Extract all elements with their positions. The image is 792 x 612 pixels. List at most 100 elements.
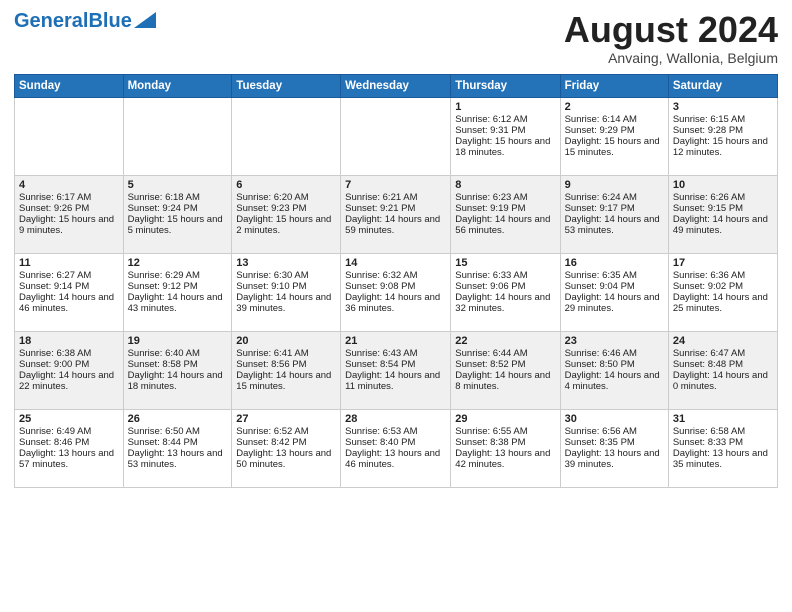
day-cell-3-6: 24Sunrise: 6:47 AMSunset: 8:48 PMDayligh…	[668, 331, 777, 409]
day-number: 23	[565, 335, 664, 347]
sunrise: Sunrise: 6:17 AM	[19, 192, 91, 203]
day-cell-0-2	[232, 97, 341, 175]
sunrise: Sunrise: 6:27 AM	[19, 270, 91, 281]
day-cell-4-5: 30Sunrise: 6:56 AMSunset: 8:35 PMDayligh…	[560, 409, 668, 487]
day-number: 27	[236, 413, 336, 425]
week-row-2: 4Sunrise: 6:17 AMSunset: 9:26 PMDaylight…	[15, 175, 778, 253]
day-number: 12	[128, 257, 228, 269]
sunset: Sunset: 9:08 PM	[345, 281, 415, 292]
day-number: 22	[455, 335, 555, 347]
day-cell-4-3: 28Sunrise: 6:53 AMSunset: 8:40 PMDayligh…	[341, 409, 451, 487]
day-number: 6	[236, 179, 336, 191]
sunset: Sunset: 8:33 PM	[673, 437, 743, 448]
day-cell-4-4: 29Sunrise: 6:55 AMSunset: 8:38 PMDayligh…	[451, 409, 560, 487]
day-cell-4-2: 27Sunrise: 6:52 AMSunset: 8:42 PMDayligh…	[232, 409, 341, 487]
logo-general: General	[14, 10, 88, 32]
sunset: Sunset: 9:19 PM	[455, 203, 525, 214]
day-number: 25	[19, 413, 119, 425]
day-cell-0-1	[123, 97, 232, 175]
header-tuesday: Tuesday	[232, 74, 341, 97]
day-number: 28	[345, 413, 446, 425]
day-cell-3-4: 22Sunrise: 6:44 AMSunset: 8:52 PMDayligh…	[451, 331, 560, 409]
week-row-3: 11Sunrise: 6:27 AMSunset: 9:14 PMDayligh…	[15, 253, 778, 331]
day-number: 5	[128, 179, 228, 191]
daylight: Daylight: 14 hours and 29 minutes.	[565, 292, 660, 314]
day-number: 13	[236, 257, 336, 269]
header-sunday: Sunday	[15, 74, 124, 97]
day-cell-4-6: 31Sunrise: 6:58 AMSunset: 8:33 PMDayligh…	[668, 409, 777, 487]
day-number: 2	[565, 101, 664, 113]
sunrise: Sunrise: 6:47 AM	[673, 348, 745, 359]
day-cell-2-5: 16Sunrise: 6:35 AMSunset: 9:04 PMDayligh…	[560, 253, 668, 331]
sunrise: Sunrise: 6:18 AM	[128, 192, 200, 203]
daylight: Daylight: 14 hours and 39 minutes.	[236, 292, 331, 314]
day-number: 30	[565, 413, 664, 425]
day-cell-1-2: 6Sunrise: 6:20 AMSunset: 9:23 PMDaylight…	[232, 175, 341, 253]
daylight: Daylight: 14 hours and 53 minutes.	[565, 214, 660, 236]
sunset: Sunset: 8:52 PM	[455, 359, 525, 370]
day-cell-1-4: 8Sunrise: 6:23 AMSunset: 9:19 PMDaylight…	[451, 175, 560, 253]
sunrise: Sunrise: 6:14 AM	[565, 114, 637, 125]
logo-text: GeneralBlue	[14, 10, 132, 33]
daylight: Daylight: 14 hours and 4 minutes.	[565, 370, 660, 392]
daylight: Daylight: 14 hours and 18 minutes.	[128, 370, 223, 392]
day-number: 17	[673, 257, 773, 269]
daylight: Daylight: 14 hours and 59 minutes.	[345, 214, 440, 236]
sunset: Sunset: 9:00 PM	[19, 359, 89, 370]
day-cell-2-1: 12Sunrise: 6:29 AMSunset: 9:12 PMDayligh…	[123, 253, 232, 331]
sunset: Sunset: 8:40 PM	[345, 437, 415, 448]
day-number: 21	[345, 335, 446, 347]
day-number: 8	[455, 179, 555, 191]
sunset: Sunset: 9:02 PM	[673, 281, 743, 292]
sunset: Sunset: 8:35 PM	[565, 437, 635, 448]
day-cell-0-6: 3Sunrise: 6:15 AMSunset: 9:28 PMDaylight…	[668, 97, 777, 175]
day-number: 18	[19, 335, 119, 347]
location: Anvaing, Wallonia, Belgium	[564, 50, 778, 66]
sunrise: Sunrise: 6:36 AM	[673, 270, 745, 281]
sunset: Sunset: 9:15 PM	[673, 203, 743, 214]
daylight: Daylight: 14 hours and 46 minutes.	[19, 292, 114, 314]
sunrise: Sunrise: 6:32 AM	[345, 270, 417, 281]
day-cell-0-3	[341, 97, 451, 175]
header-friday: Friday	[560, 74, 668, 97]
sunset: Sunset: 9:12 PM	[128, 281, 198, 292]
sunset: Sunset: 9:14 PM	[19, 281, 89, 292]
sunset: Sunset: 8:50 PM	[565, 359, 635, 370]
daylight: Daylight: 15 hours and 15 minutes.	[565, 136, 660, 158]
day-cell-4-0: 25Sunrise: 6:49 AMSunset: 8:46 PMDayligh…	[15, 409, 124, 487]
day-number: 15	[455, 257, 555, 269]
day-number: 9	[565, 179, 664, 191]
day-number: 20	[236, 335, 336, 347]
day-cell-0-0	[15, 97, 124, 175]
day-cell-2-4: 15Sunrise: 6:33 AMSunset: 9:06 PMDayligh…	[451, 253, 560, 331]
day-cell-1-0: 4Sunrise: 6:17 AMSunset: 9:26 PMDaylight…	[15, 175, 124, 253]
calendar-header-row: Sunday Monday Tuesday Wednesday Thursday…	[15, 74, 778, 97]
sunrise: Sunrise: 6:26 AM	[673, 192, 745, 203]
sunrise: Sunrise: 6:29 AM	[128, 270, 200, 281]
sunrise: Sunrise: 6:52 AM	[236, 426, 308, 437]
day-number: 4	[19, 179, 119, 191]
daylight: Daylight: 13 hours and 57 minutes.	[19, 448, 114, 470]
page-header: GeneralBlue August 2024 Anvaing, Walloni…	[14, 10, 778, 66]
day-cell-2-2: 13Sunrise: 6:30 AMSunset: 9:10 PMDayligh…	[232, 253, 341, 331]
sunrise: Sunrise: 6:40 AM	[128, 348, 200, 359]
daylight: Daylight: 15 hours and 5 minutes.	[128, 214, 223, 236]
header-saturday: Saturday	[668, 74, 777, 97]
day-number: 10	[673, 179, 773, 191]
sunset: Sunset: 8:44 PM	[128, 437, 198, 448]
sunrise: Sunrise: 6:24 AM	[565, 192, 637, 203]
day-cell-0-5: 2Sunrise: 6:14 AMSunset: 9:29 PMDaylight…	[560, 97, 668, 175]
sunrise: Sunrise: 6:46 AM	[565, 348, 637, 359]
sunrise: Sunrise: 6:58 AM	[673, 426, 745, 437]
day-cell-2-0: 11Sunrise: 6:27 AMSunset: 9:14 PMDayligh…	[15, 253, 124, 331]
sunset: Sunset: 9:31 PM	[455, 125, 525, 136]
sunrise: Sunrise: 6:33 AM	[455, 270, 527, 281]
daylight: Daylight: 13 hours and 53 minutes.	[128, 448, 223, 470]
daylight: Daylight: 14 hours and 11 minutes.	[345, 370, 440, 392]
logo-blue-text: Blue	[88, 10, 131, 32]
sunrise: Sunrise: 6:23 AM	[455, 192, 527, 203]
daylight: Daylight: 14 hours and 22 minutes.	[19, 370, 114, 392]
day-number: 16	[565, 257, 664, 269]
sunrise: Sunrise: 6:43 AM	[345, 348, 417, 359]
day-number: 3	[673, 101, 773, 113]
